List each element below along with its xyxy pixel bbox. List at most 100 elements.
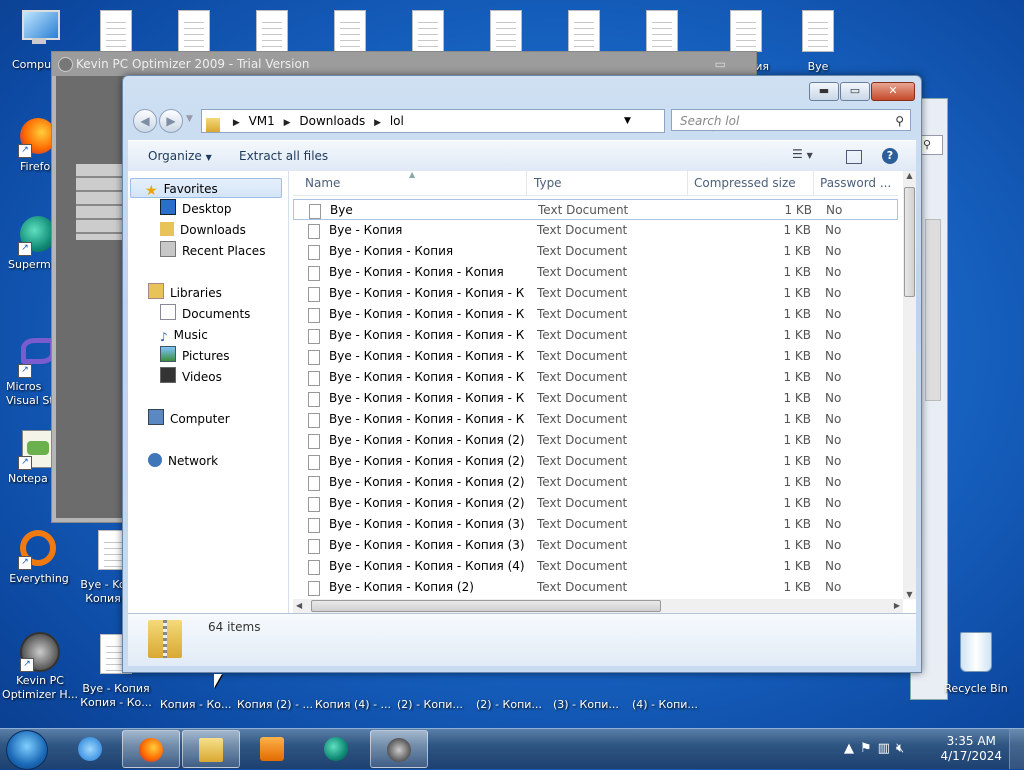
network-icon[interactable]: ▥: [878, 741, 896, 756]
chevron-right-icon[interactable]: ▶: [284, 118, 291, 128]
table-row[interactable]: Bye - Копия - Копия - Копия Text Document…: [293, 262, 898, 283]
extract-all-files-button[interactable]: Extract all files: [239, 141, 328, 171]
desktop-doc[interactable]: [568, 10, 600, 52]
chevron-right-icon[interactable]: ▶: [374, 118, 381, 128]
scrollbar-thumb[interactable]: [311, 600, 661, 612]
nav-pictures[interactable]: Pictures: [160, 346, 230, 366]
help-icon[interactable]: ?: [882, 148, 898, 164]
scroll-up-icon[interactable]: ▲: [903, 171, 916, 180]
table-row[interactable]: Bye - Копия - Копия - Копия - Ко... Text …: [293, 325, 898, 346]
nav-desktop[interactable]: Desktop: [160, 199, 232, 219]
scroll-right-icon[interactable]: ▶: [894, 599, 900, 613]
desktop-bottom-label[interactable]: Копия - Ко...: [160, 698, 232, 711]
table-row[interactable]: Bye - Копия - Копия - Копия (3) - ...Tex…: [293, 535, 898, 556]
show-hidden-icons-icon[interactable]: ▲: [844, 741, 860, 756]
zip-folder-icon: [148, 620, 182, 658]
nav-videos[interactable]: Videos: [160, 367, 222, 387]
desktop-bottom-label[interactable]: (3) - Копи...: [553, 698, 619, 711]
desktop-icon-kevin-optimizer[interactable]: ↗ Kevin PC Optimizer H...: [0, 632, 80, 702]
table-row[interactable]: Bye - Копия - Копия - Копия - Ко... Text …: [293, 283, 898, 304]
desktop-bottom-label[interactable]: (2) - Копи...: [476, 698, 542, 711]
table-row[interactable]: Bye - Копия Text Document 1 KB No: [293, 220, 898, 241]
desktop-doc[interactable]: [412, 10, 444, 52]
kevin-window-titlebar[interactable]: Kevin PC Optimizer 2009 - Trial Version …: [52, 52, 756, 76]
nav-computer[interactable]: Computer: [148, 409, 230, 429]
horizontal-scrollbar[interactable]: ◀ ▶: [293, 599, 903, 613]
desktop-icon-label: Kevin PC Optimizer H...: [2, 674, 78, 701]
vertical-scrollbar[interactable]: ▲ ▼: [903, 171, 916, 599]
table-row[interactable]: Bye - Копия - Копия (2) Text Document 1 KB…: [293, 577, 898, 598]
nav-libraries[interactable]: Libraries: [148, 283, 222, 303]
desktop-icon-everything[interactable]: ↗ Everything: [0, 528, 76, 586]
taskbar-ie[interactable]: [62, 730, 118, 766]
nav-documents[interactable]: Documents: [160, 304, 250, 324]
desktop-doc[interactable]: [334, 10, 366, 52]
nav-downloads[interactable]: Downloads: [160, 220, 246, 240]
scroll-left-icon[interactable]: ◀: [296, 599, 302, 613]
forward-button[interactable]: ▶: [159, 109, 183, 133]
taskbar-media[interactable]: [244, 730, 300, 766]
column-header-password[interactable]: Password ...: [814, 171, 898, 195]
clock[interactable]: 3:35 AM 4/17/2024: [940, 734, 1002, 764]
column-header-type[interactable]: Type: [528, 171, 688, 195]
desktop-doc[interactable]: [178, 10, 210, 52]
breadcrumb-lol[interactable]: lol: [390, 110, 404, 132]
close-button[interactable]: ✕: [871, 82, 915, 101]
explorer-window[interactable]: ▬ ▭ ✕ ◀ ▶ ▼ ▶ VM1 ▶ Downloads ▶ lol ▼ ⇄ …: [122, 75, 922, 673]
desktop-doc[interactable]: [646, 10, 678, 52]
start-button[interactable]: [6, 730, 48, 770]
search-icon[interactable]: ⚲: [895, 110, 904, 132]
desktop-bottom-label[interactable]: (4) - Копи...: [632, 698, 698, 711]
desktop-doc[interactable]: [100, 10, 132, 52]
table-row[interactable]: Bye - Копия - Копия - Копия (2) - ...Tex…: [293, 472, 898, 493]
table-row[interactable]: Bye - Копия - Копия - Копия (2) - ...Tex…: [293, 493, 898, 514]
nav-recent-places[interactable]: Recent Places: [160, 241, 265, 261]
show-desktop-button[interactable]: [1009, 729, 1024, 769]
nav-music[interactable]: ♪ Music: [160, 325, 208, 345]
back-button[interactable]: ◀: [133, 109, 157, 133]
table-row[interactable]: Bye Text Document 1 KB No: [293, 199, 898, 220]
breadcrumb-vm1[interactable]: VM1: [249, 110, 275, 132]
scrollbar[interactable]: [925, 219, 941, 401]
recent-pages-dropdown-icon[interactable]: ▼: [186, 114, 193, 124]
taskbar-firefox[interactable]: [122, 730, 180, 768]
address-dropdown-icon[interactable]: ▼: [624, 110, 631, 132]
organize-button[interactable]: Organize ▼: [148, 141, 212, 173]
desktop-doc[interactable]: [490, 10, 522, 52]
maximize-button[interactable]: ▭: [840, 82, 870, 101]
desktop-doc[interactable]: Bye: [802, 10, 834, 73]
desktop-bottom-label[interactable]: Копия (4) - ...: [315, 698, 391, 711]
table-row[interactable]: Bye - Копия - Копия - Копия (2) Text Docu…: [293, 430, 898, 451]
action-center-flag-icon[interactable]: ⚑: [860, 741, 878, 756]
nav-favorites[interactable]: ★ Favorites: [130, 178, 282, 199]
minimize-button[interactable]: ▬: [809, 82, 839, 101]
table-row[interactable]: Bye - Копия - Копия - Копия (4) Text Docu…: [293, 556, 898, 577]
volume-muted-icon[interactable]: 🔇︎: [896, 741, 910, 756]
view-options-icon[interactable]: ☰ ▼: [792, 147, 813, 161]
desktop-bottom-label[interactable]: Копия (2) - ...: [237, 698, 313, 711]
scroll-down-icon[interactable]: ▼: [903, 590, 916, 599]
table-row[interactable]: Bye - Копия - Копия - Копия - Ко... Text …: [293, 304, 898, 325]
scrollbar-thumb[interactable]: [904, 187, 915, 297]
table-row[interactable]: Bye - Копия - Копия - Копия - Ко... Text …: [293, 346, 898, 367]
minimize-icon[interactable]: ▭: [715, 52, 726, 76]
search-input[interactable]: Search lol ⚲: [671, 109, 911, 131]
preview-pane-icon[interactable]: [846, 150, 862, 164]
table-row[interactable]: Bye - Копия - Копия - Копия - Ко... Text …: [293, 367, 898, 388]
table-row[interactable]: Bye - Копия - Копия - Копия - Ко... Text …: [293, 409, 898, 430]
table-row[interactable]: Bye - Копия - Копия Text Document 1 KB No: [293, 241, 898, 262]
nav-network[interactable]: Network: [148, 451, 218, 471]
column-header-compressed-size[interactable]: Compressed size: [688, 171, 814, 195]
taskbar-explorer[interactable]: [182, 730, 240, 768]
breadcrumb-downloads[interactable]: Downloads: [299, 110, 365, 132]
table-row[interactable]: Bye - Копия - Копия - Копия (3) Text Docu…: [293, 514, 898, 535]
table-row[interactable]: Bye - Копия - Копия - Копия (2) - ...Tex…: [293, 451, 898, 472]
desktop-doc[interactable]: [256, 10, 288, 52]
address-bar[interactable]: ▶ VM1 ▶ Downloads ▶ lol ▼ ⇄: [201, 109, 729, 133]
chevron-right-icon[interactable]: ▶: [233, 118, 240, 128]
desktop-bottom-label[interactable]: (2) - Копи...: [397, 698, 463, 711]
taskbar-kevin-optimizer[interactable]: [370, 730, 428, 768]
taskbar-supermium[interactable]: [308, 730, 364, 766]
table-row[interactable]: Bye - Копия - Копия - Копия - Ко... Text …: [293, 388, 898, 409]
desktop-icon-recycle-bin[interactable]: Recycle Bin: [938, 632, 1014, 696]
